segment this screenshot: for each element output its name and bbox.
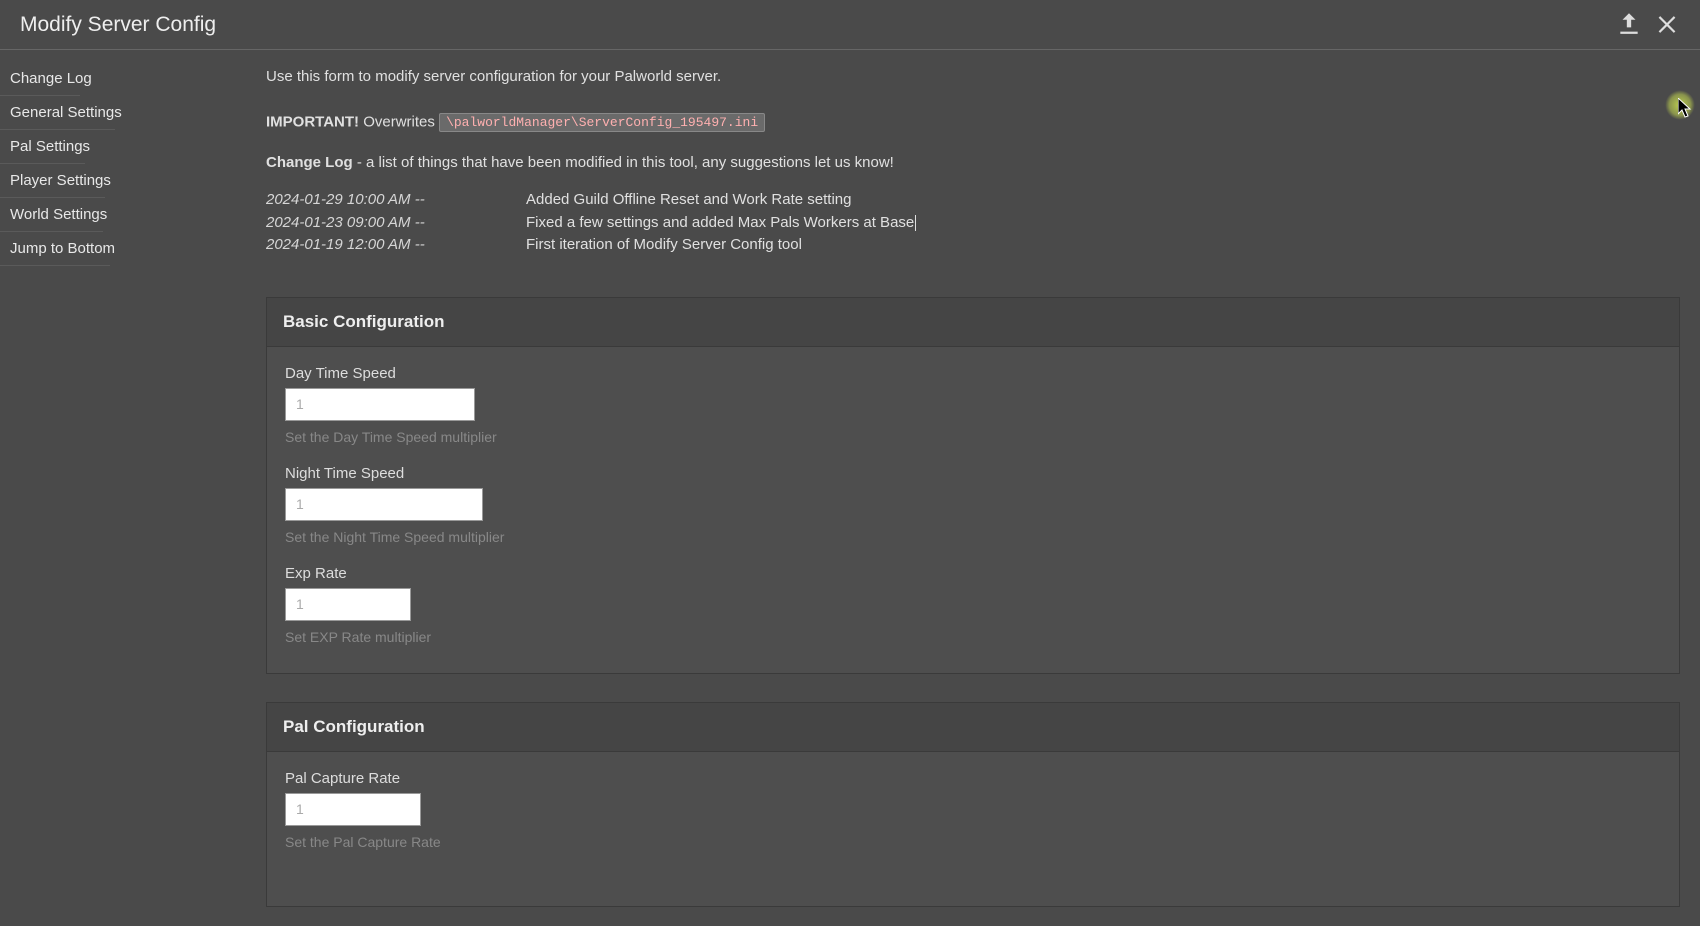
sidebar-item-change-log[interactable]: Change Log [0, 62, 80, 96]
field-label: Night Time Speed [285, 465, 1661, 482]
changelog-date: 2024-01-19 12:00 AM -- [266, 234, 456, 257]
config-path-badge: \palworldManager\ServerConfig_195497.ini [439, 113, 765, 132]
sidebar-item-jump-to-bottom[interactable]: Jump to Bottom [0, 232, 110, 266]
panel-pal-configuration: Pal Configuration Pal Capture Rate Set t… [266, 702, 1680, 907]
panel-header: Pal Configuration [267, 703, 1679, 752]
changelog-label: Change Log [266, 154, 353, 171]
sidebar: Change Log General Settings Pal Settings… [0, 50, 266, 926]
panel-body: Day Time Speed Set the Day Time Speed mu… [267, 347, 1679, 673]
overwrites-text: Overwrites [363, 113, 435, 130]
panel-header: Basic Configuration [267, 298, 1679, 347]
changelog-row: 2024-01-29 10:00 AM -- Added Guild Offli… [266, 189, 1680, 212]
important-label: IMPORTANT! [266, 113, 359, 130]
intro-text: Use this form to modify server configura… [266, 62, 1680, 95]
field-help: Set the Pal Capture Rate [285, 834, 1661, 850]
changelog-row: 2024-01-19 12:00 AM -- First iteration o… [266, 234, 1680, 257]
night-time-speed-input[interactable] [285, 488, 483, 521]
changelog-date: 2024-01-23 09:00 AM -- [266, 212, 456, 235]
field-exp-rate: Exp Rate Set EXP Rate multiplier [285, 565, 1661, 645]
main-content[interactable]: Use this form to modify server configura… [266, 50, 1700, 926]
panel-basic-configuration: Basic Configuration Day Time Speed Set t… [266, 297, 1680, 674]
changelog-list: 2024-01-29 10:00 AM -- Added Guild Offli… [266, 189, 1680, 257]
changelog-date: 2024-01-29 10:00 AM -- [266, 189, 456, 212]
field-help: Set the Night Time Speed multiplier [285, 529, 1661, 545]
panel-body: Pal Capture Rate Set the Pal Capture Rat… [267, 752, 1679, 906]
changelog-desc: Fixed a few settings and added Max Pals … [526, 212, 916, 235]
sidebar-item-general-settings[interactable]: General Settings [0, 96, 115, 130]
field-help: Set EXP Rate multiplier [285, 629, 1661, 645]
field-day-time-speed: Day Time Speed Set the Day Time Speed mu… [285, 365, 1661, 445]
close-icon[interactable] [1654, 10, 1680, 39]
field-partial [285, 870, 1661, 876]
sidebar-item-pal-settings[interactable]: Pal Settings [0, 130, 85, 164]
pal-capture-rate-input[interactable] [285, 793, 421, 826]
header-actions [1616, 10, 1680, 39]
exp-rate-input[interactable] [285, 588, 411, 621]
sidebar-item-player-settings[interactable]: Player Settings [0, 164, 105, 198]
field-label: Day Time Speed [285, 365, 1661, 382]
upload-icon[interactable] [1616, 10, 1642, 39]
day-time-speed-input[interactable] [285, 388, 475, 421]
field-pal-capture-rate: Pal Capture Rate Set the Pal Capture Rat… [285, 770, 1661, 850]
modal-header: Modify Server Config [0, 0, 1700, 50]
changelog-heading: Change Log - a list of things that have … [266, 154, 1680, 171]
field-help: Set the Day Time Speed multiplier [285, 429, 1661, 445]
important-line: IMPORTANT! Overwrites \palworldManager\S… [266, 113, 1680, 132]
field-label: Exp Rate [285, 565, 1661, 582]
changelog-desc: Added Guild Offline Reset and Work Rate … [526, 189, 851, 212]
page-title: Modify Server Config [20, 13, 216, 37]
changelog-row: 2024-01-23 09:00 AM -- Fixed a few setti… [266, 212, 1680, 235]
sidebar-item-world-settings[interactable]: World Settings [0, 198, 103, 232]
field-label: Pal Capture Rate [285, 770, 1661, 787]
scroll-spacer [266, 907, 1680, 926]
changelog-desc: First iteration of Modify Server Config … [526, 234, 802, 257]
changelog-suffix: - a list of things that have been modifi… [353, 154, 894, 171]
field-night-time-speed: Night Time Speed Set the Night Time Spee… [285, 465, 1661, 545]
field-label-partial [285, 870, 1661, 876]
